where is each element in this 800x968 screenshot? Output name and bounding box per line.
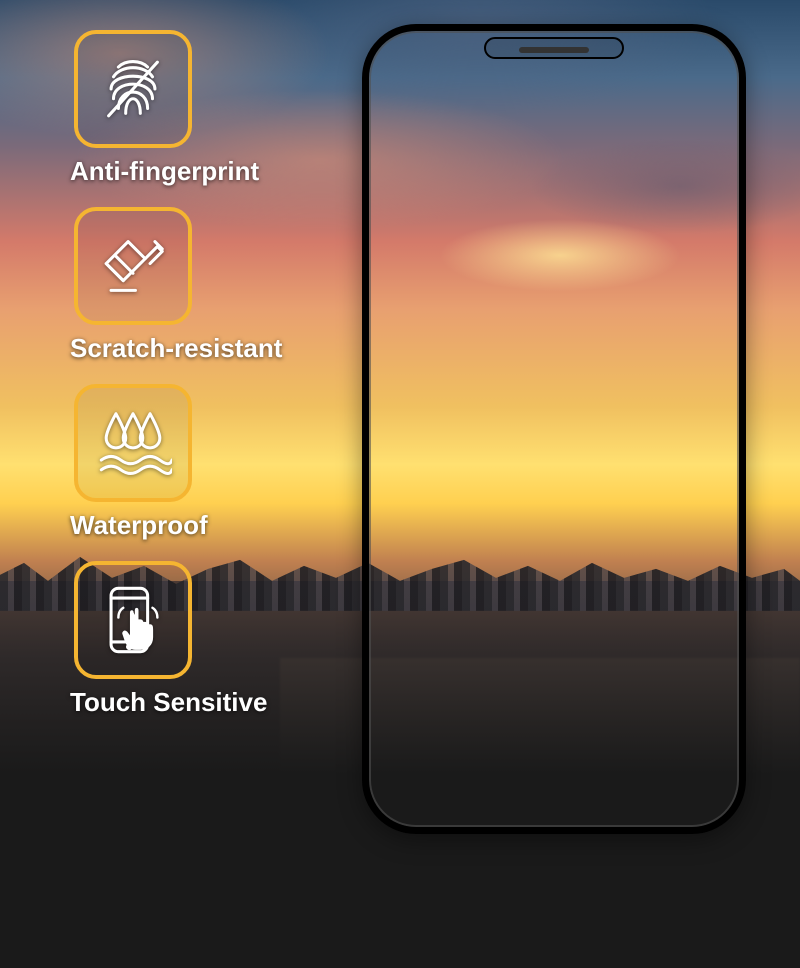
phone-frame bbox=[362, 24, 746, 834]
feature-label: Waterproof bbox=[70, 510, 208, 541]
feature-scratch-resistant: Scratch-resistant bbox=[74, 207, 282, 364]
feature-list: Anti-fingerprint Scratch-resistant bbox=[74, 30, 282, 718]
feature-touch-sensitive: Touch Sensitive bbox=[74, 561, 282, 718]
feature-label: Scratch-resistant bbox=[70, 333, 282, 364]
fingerprint-slash-icon bbox=[74, 30, 192, 148]
feature-label: Anti-fingerprint bbox=[70, 156, 259, 187]
touch-sensitive-icon bbox=[74, 561, 192, 679]
feature-label: Touch Sensitive bbox=[70, 687, 267, 718]
phone-screen bbox=[375, 37, 733, 821]
feature-anti-fingerprint: Anti-fingerprint bbox=[74, 30, 282, 187]
waterproof-icon bbox=[74, 384, 192, 502]
feature-waterproof: Waterproof bbox=[74, 384, 282, 541]
scratch-resistant-icon bbox=[74, 207, 192, 325]
